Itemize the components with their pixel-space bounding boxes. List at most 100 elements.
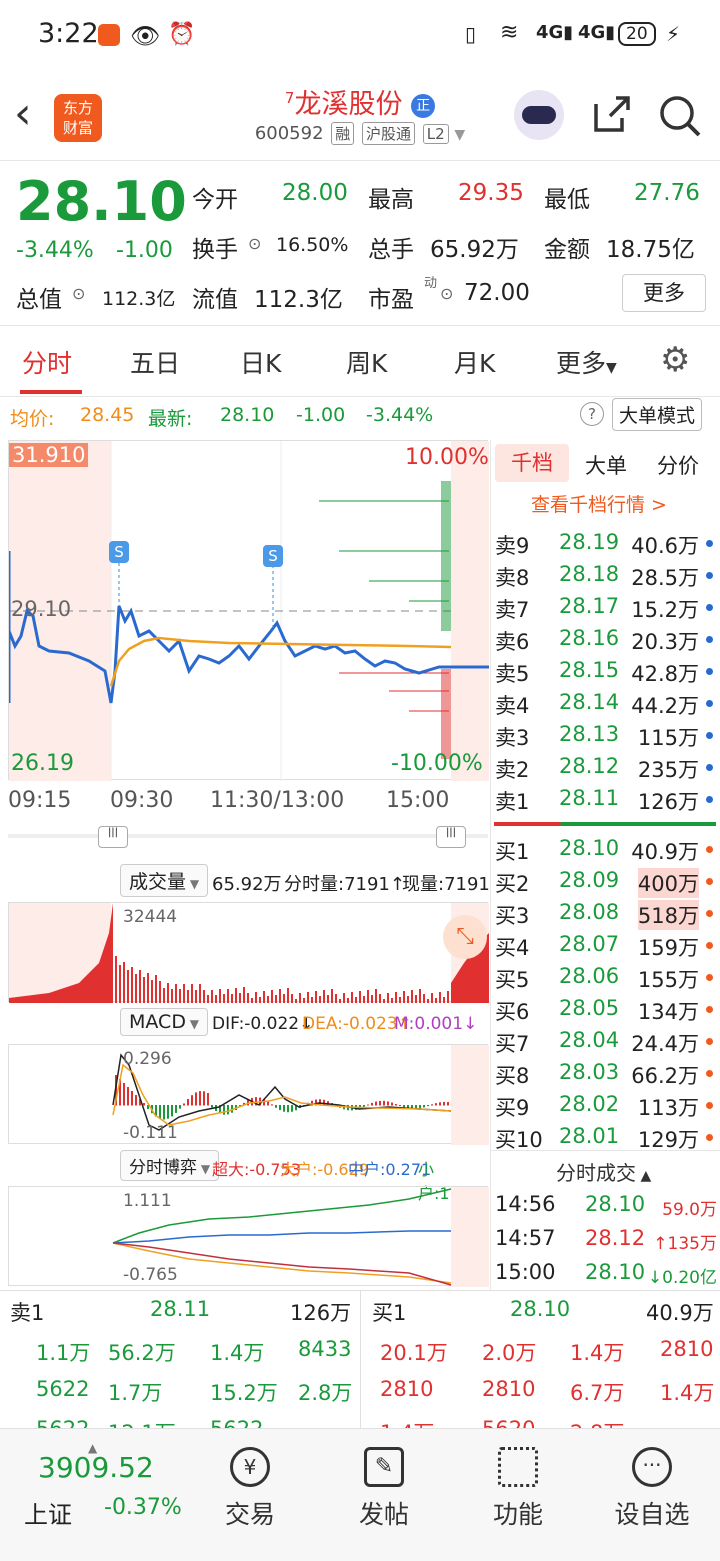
money-flow-selector[interactable]: 分时博弈 ▼ [120, 1150, 220, 1181]
ask-label: 卖2 [495, 758, 530, 782]
info-icon[interactable]: ⊙ [248, 234, 261, 253]
right-level-cell: 20.1万 [380, 1341, 448, 1365]
intraday-chart[interactable]: S S 31.910 29.10 26.19 10.00% -10.00% [8, 440, 489, 781]
macd-bar [179, 1105, 181, 1109]
closing-volume-bars [319, 481, 451, 759]
right-header-label: 买1 [372, 1301, 407, 1325]
volume-bar [171, 989, 173, 1003]
ask-row[interactable]: 卖8 28.18 28.5万 [495, 562, 717, 594]
macd-bar [371, 1102, 373, 1106]
tick-volume: ↑135万 [653, 1234, 717, 1254]
volume-bar [347, 998, 349, 1003]
volume-bar [407, 996, 409, 1003]
macd-bar [403, 1105, 405, 1108]
ask-row[interactable]: 卖1 28.11 126万 [495, 786, 717, 818]
search-icon[interactable] [658, 94, 702, 138]
tab-intraday[interactable]: 分时 [22, 344, 72, 380]
ask-price: 28.13 [559, 722, 620, 746]
float-mv-label: 流值 [192, 287, 238, 313]
macd-bar [379, 1100, 381, 1106]
volume-chart[interactable]: 32444 ⤡ [8, 902, 489, 1003]
nav-trade[interactable]: ¥ 交易 [190, 1447, 310, 1531]
share-icon[interactable] [592, 94, 632, 134]
range-scrollbar[interactable]: ||| ||| [8, 826, 488, 848]
sell-marker[interactable]: S [109, 541, 129, 563]
ask-row[interactable]: 卖6 28.16 20.3万 [495, 626, 717, 658]
tick-trades-title[interactable]: 分时成交 ▲ [556, 1157, 651, 1186]
bid-row[interactable]: 买3 28.08 518万 [495, 900, 717, 932]
bid-dot-icon [706, 878, 713, 885]
tab-more[interactable]: 更多▼ [556, 344, 617, 380]
view-levels-link[interactable]: 查看千档行情 > [531, 490, 667, 517]
tab-five-day[interactable]: 五日 [130, 344, 180, 380]
info-icon[interactable]: ⊙ [440, 284, 453, 303]
bid-row[interactable]: 买6 28.05 134万 [495, 996, 717, 1028]
settings-gear-icon[interactable]: ⚙ [660, 340, 690, 380]
range-handle-right[interactable]: ||| [436, 826, 466, 848]
tab-weekly-k[interactable]: 周K [346, 344, 387, 380]
dropdown-icon[interactable]: ▼ [454, 127, 465, 143]
ask-row[interactable]: 卖3 28.13 115万 [495, 722, 717, 754]
status-bar: 3:22 👁 ⏰ ▯ ≋ 4G▮ 4G▮ 20 ⚡ [0, 0, 720, 70]
volume-bar [211, 990, 213, 1003]
bid-row[interactable]: 买8 28.03 66.2万 [495, 1060, 717, 1092]
ask-row[interactable]: 卖7 28.17 15.2万 [495, 594, 717, 626]
macd-chart[interactable]: 0.296 -0.111 [8, 1044, 489, 1145]
left-level-cell: 1.1万 [36, 1341, 91, 1365]
macd-bar [279, 1105, 281, 1111]
bid-row[interactable]: 买1 28.10 40.9万 [495, 836, 717, 868]
macd-bar [275, 1105, 277, 1108]
quote-panel: 28.10 -3.44% -1.00 总值 ⊙ 112.3亿 今开 28.00 … [0, 160, 720, 326]
index-ticker[interactable]: ▲ 3909.52 上证 -0.37% [20, 1441, 210, 1541]
left-level-cell: 1.7万 [108, 1381, 163, 1405]
volume-bar [159, 981, 161, 1003]
money-flow-panel-header: 分时博弈 ▼ 超大:-0.753 大户:-0.629 中户:0.271 小户:1… [0, 1148, 490, 1203]
nav-add-watchlist[interactable]: ··· 设自选 [592, 1447, 712, 1531]
ask-price: 28.11 [559, 786, 620, 810]
volume-bar [323, 990, 325, 1003]
volume-bar [343, 993, 345, 1003]
nav-post[interactable]: ✎ 发帖 [324, 1447, 444, 1531]
ask-price: 28.17 [559, 594, 620, 618]
help-icon[interactable]: ? [580, 402, 604, 426]
sell-marker[interactable]: S [263, 545, 283, 567]
app-notification-icon [98, 24, 120, 46]
expand-icon[interactable]: ⤡ [443, 915, 487, 959]
info-icon[interactable]: ⊙ [72, 284, 85, 303]
tab-thousand-levels[interactable]: 千档 [495, 444, 569, 482]
tab-big-order[interactable]: 大单 [585, 450, 627, 480]
ask-row[interactable]: 卖5 28.15 42.8万 [495, 658, 717, 690]
bid-row[interactable]: 买5 28.06 155万 [495, 964, 717, 996]
volume-bar [419, 989, 421, 1003]
more-button[interactable]: 更多 [622, 274, 706, 312]
macd-selector[interactable]: MACD ▼ [120, 1008, 209, 1036]
tab-price-dist[interactable]: 分价 [657, 450, 699, 480]
nav-functions[interactable]: 功能 [458, 1447, 578, 1531]
macd-bar [431, 1104, 433, 1106]
tab-monthly-k[interactable]: 月K [454, 344, 495, 380]
ask-row[interactable]: 卖2 28.12 235万 [495, 754, 717, 786]
ask-row[interactable]: 卖4 28.14 44.2万 [495, 690, 717, 722]
ask-dot-icon [706, 764, 713, 771]
verified-badge: 正 [411, 93, 436, 118]
bid-volume: 159万 [637, 936, 699, 960]
bid-row[interactable]: 买2 28.09 400万 [495, 868, 717, 900]
bid-row[interactable]: 买9 28.02 113万 [495, 1092, 717, 1124]
range-handle-left[interactable]: ||| [98, 826, 128, 848]
wifi-icon: ≋ [500, 20, 519, 45]
money-flow-chart[interactable]: 1.111 -0.765 [8, 1186, 489, 1287]
tab-daily-k[interactable]: 日K [240, 344, 281, 380]
volume-bar [315, 991, 317, 1003]
macd-m: M:0.001↓ [394, 1014, 478, 1034]
volume-bar [191, 984, 193, 1003]
big-order-mode-button[interactable]: 大单模式 [612, 398, 703, 431]
bid-row[interactable]: 买4 28.07 159万 [495, 932, 717, 964]
robot-assistant-icon[interactable] [514, 90, 564, 140]
right-header-vol: 40.9万 [646, 1301, 714, 1325]
volume-bar [147, 973, 149, 1003]
stock-code: 600592 [254, 123, 324, 144]
volume-bar [255, 992, 257, 1003]
bid-row[interactable]: 买7 28.04 24.4万 [495, 1028, 717, 1060]
volume-selector[interactable]: 成交量 ▼ [120, 864, 209, 897]
ask-row[interactable]: 卖9 28.19 40.6万 [495, 530, 717, 562]
